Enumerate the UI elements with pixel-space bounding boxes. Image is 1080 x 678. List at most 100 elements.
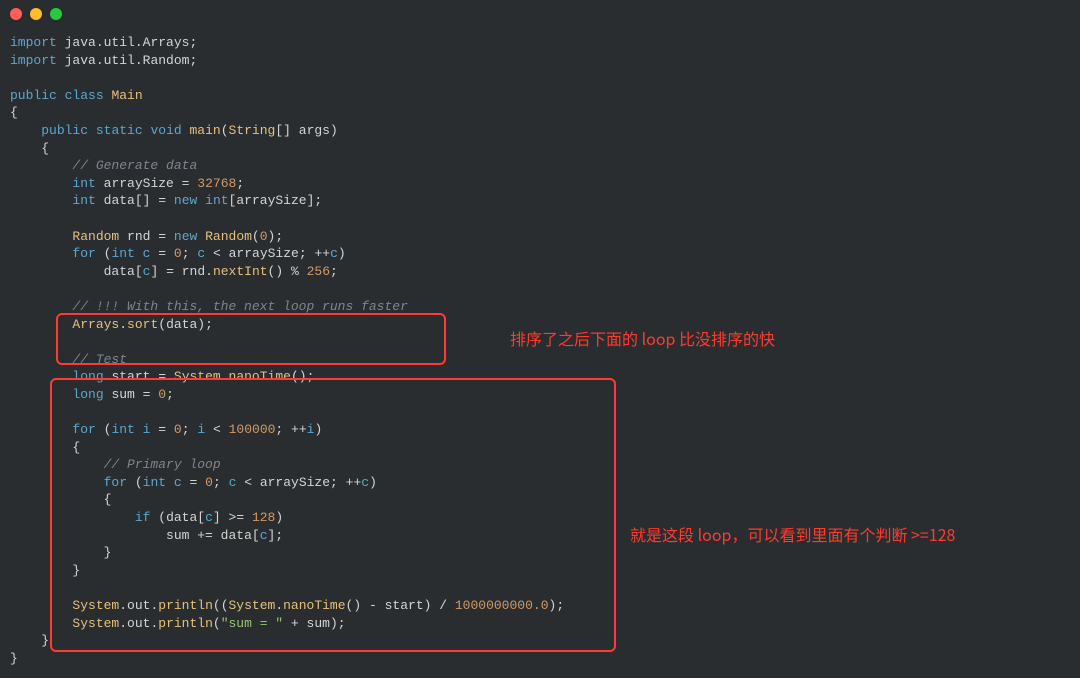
literal-0: 0 [174, 422, 182, 437]
keyword-int: int [205, 193, 228, 208]
paren-close: ) [330, 616, 338, 631]
var-c: c [205, 510, 213, 525]
op-inc: ++ [346, 475, 362, 490]
paren-open: ( [213, 616, 221, 631]
keyword-long: long [72, 387, 103, 402]
semicolon: ; [338, 616, 346, 631]
method-name: main [190, 123, 221, 138]
semicolon: ; [189, 53, 197, 68]
op-assign: = [190, 475, 198, 490]
keyword-new: new [174, 229, 197, 244]
type-random: Random [205, 229, 252, 244]
keyword-long: long [72, 369, 103, 384]
paren-open: ( [221, 123, 229, 138]
bracket-open: [ [252, 528, 260, 543]
comment: // Generate data [72, 158, 197, 173]
brace-close: } [104, 545, 112, 560]
var-data: data [104, 264, 135, 279]
method-nanoTime: nanoTime [229, 369, 291, 384]
window-maximize-icon[interactable] [50, 8, 62, 20]
window-minimize-icon[interactable] [30, 8, 42, 20]
keyword-if: if [135, 510, 151, 525]
brace-close: } [10, 651, 18, 666]
keyword-int: int [143, 475, 166, 490]
keyword-static: static [96, 123, 143, 138]
var-data: data [166, 317, 197, 332]
type-string: String [229, 123, 276, 138]
semicolon: ; [556, 598, 564, 613]
keyword-for: for [72, 246, 95, 261]
brace-close: } [41, 633, 49, 648]
semicolon: ; [314, 193, 322, 208]
brace-open: { [10, 105, 18, 120]
var-c: c [197, 246, 205, 261]
var-start: start [385, 598, 424, 613]
op-assign: = [158, 369, 166, 384]
paren-close: ) [299, 369, 307, 384]
var-data: data [166, 510, 197, 525]
op-plus: + [291, 616, 299, 631]
keyword-public: public [10, 88, 57, 103]
keyword-new: new [174, 193, 197, 208]
brace-open: { [104, 492, 112, 507]
var-sum: sum [111, 387, 134, 402]
method-nanoTime: nanoTime [283, 598, 345, 613]
type-system: System [72, 598, 119, 613]
var-arraySize: arraySize [236, 193, 306, 208]
op-div: / [439, 598, 447, 613]
paren-close: ) [330, 123, 338, 138]
field-out: out [127, 598, 150, 613]
semicolon: ; [236, 176, 244, 191]
keyword-import: import [10, 53, 57, 68]
semicolon: ; [213, 475, 221, 490]
semicolon: ; [307, 369, 315, 384]
var-sum: sum [307, 616, 330, 631]
type-system: System [72, 616, 119, 631]
bracket-close: ] [150, 264, 158, 279]
literal-1e9: 1000000000.0 [455, 598, 549, 613]
string-literal: "sum = " [221, 616, 283, 631]
paren-open: ( [213, 598, 221, 613]
op-inc: ++ [291, 422, 307, 437]
var-c: c [330, 246, 338, 261]
keyword-int: int [111, 246, 134, 261]
method-println: println [158, 598, 213, 613]
var-arraySize: arraySize [260, 475, 330, 490]
type-random: Random [72, 229, 119, 244]
keyword-import: import [10, 35, 57, 50]
op-inc: ++ [314, 246, 330, 261]
paren-close: ) [197, 317, 205, 332]
var-data: data [221, 528, 252, 543]
var-c: c [229, 475, 237, 490]
semicolon: ; [330, 264, 338, 279]
paren-close: ) [314, 422, 322, 437]
op-dot: . [275, 598, 283, 613]
op-plus-eq: += [197, 528, 213, 543]
literal-32768: 32768 [197, 176, 236, 191]
op-assign: = [158, 229, 166, 244]
semicolon: ; [189, 35, 197, 50]
code-block[interactable]: import java.util.Arrays; import java.uti… [10, 34, 1070, 667]
paren-open: ( [221, 598, 229, 613]
paren-close: ) [353, 598, 361, 613]
bracket-open: [ [135, 193, 143, 208]
op-dot: . [205, 264, 213, 279]
var-c: c [143, 246, 151, 261]
paren-open: ( [158, 317, 166, 332]
literal-0: 0 [205, 475, 213, 490]
op-dot: . [119, 317, 127, 332]
paren-open: ( [291, 369, 299, 384]
semicolon: ; [275, 229, 283, 244]
literal-0: 0 [174, 246, 182, 261]
op-dot: . [119, 616, 127, 631]
var-i: i [143, 422, 151, 437]
op-assign: = [158, 246, 166, 261]
var-start: start [111, 369, 150, 384]
window-close-icon[interactable] [10, 8, 22, 20]
var-arraySize: arraySize [104, 176, 174, 191]
op-lt: < [213, 422, 221, 437]
op-lt: < [244, 475, 252, 490]
keyword-int: int [72, 176, 95, 191]
var-c: c [174, 475, 182, 490]
semicolon: ; [275, 422, 283, 437]
